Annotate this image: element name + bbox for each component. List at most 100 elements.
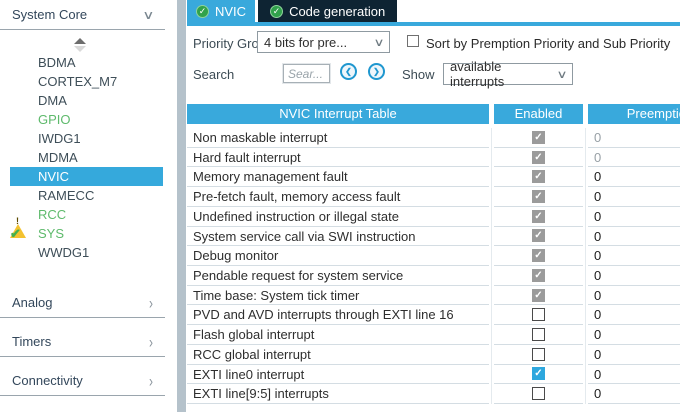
enabled-checkbox[interactable] [532,269,545,282]
sidebar-item-nvic[interactable]: NVIC [10,167,163,186]
sidebar-item-cortex-m7[interactable]: CORTEX_M7 [0,72,177,91]
table-row: Time base: System tick timer 0 [187,286,680,306]
enabled-checkbox[interactable] [532,229,545,242]
sidebar-category-connectivity[interactable]: Connectivity › [0,357,165,396]
enabled-checkbox[interactable] [532,210,545,223]
interrupt-name: Time base: System tick timer [187,286,489,306]
warning-icon [10,207,28,222]
enabled-checkbox[interactable] [532,289,545,302]
sidebar-item-label: SYS [38,226,64,241]
interrupt-name: PVD and AVD interrupts through EXTI line… [187,305,489,325]
interrupt-name: Debug monitor [187,246,489,266]
enabled-checkbox[interactable] [532,131,545,144]
sidebar-item-mdma[interactable]: MDMA [0,148,177,167]
table-row: System service call via SWI instruction … [187,227,680,247]
tab-nvic[interactable]: ✓ NVIC [187,0,255,22]
interrupt-name: Pre-fetch fault, memory access fault [187,187,489,207]
table-row: Pre-fetch fault, memory access fault 0 [187,187,680,207]
sidebar-item-dma[interactable]: DMA [0,91,177,110]
sidebar-item-bdma[interactable]: BDMA [0,53,177,72]
sort-priority-label: Sort by Premption Priority and Sub Prior… [426,36,670,51]
header-preemption-priority[interactable]: Preemption Priority [588,104,680,124]
check-icon: ✔ [10,226,28,241]
tab-code-generation[interactable]: ✓ Code generation [258,0,397,22]
preemption-priority-value[interactable]: 0 [588,207,680,227]
peripheral-sidebar: System Core ∨ BDMA CORTEX_M7 DMA GPIO IW… [0,0,177,412]
table-row: Undefined instruction or illegal state 0 [187,207,680,227]
preemption-priority-value[interactable]: 0 [588,148,680,168]
sidebar-item-label: IWDG1 [38,131,81,146]
sidebar-category-analog[interactable]: Analog › [0,279,165,318]
mode-tabbar: ✓ NVIC ✓ Code generation [187,0,680,22]
preemption-priority-value[interactable]: 0 [588,227,680,247]
category-label: Timers [12,334,51,349]
sidebar-category-timers[interactable]: Timers › [0,318,165,357]
sidebar-item-rcc[interactable]: RCC [0,205,177,224]
chevron-down-icon: ∨ [373,36,384,49]
preemption-priority-value[interactable]: 0 [588,167,680,187]
category-label: System Core [12,7,87,22]
sidebar-item-label: DMA [38,93,67,108]
peripheral-list: BDMA CORTEX_M7 DMA GPIO IWDG1 MDMA NVIC … [0,53,177,262]
preemption-priority-value[interactable]: 0 [588,246,680,266]
interrupt-name: Memory management fault [187,167,489,187]
header-enabled[interactable]: Enabled [494,104,583,124]
search-next-button[interactable]: ❯ [368,63,385,80]
preemption-priority-value[interactable]: 0 [588,266,680,286]
chevron-right-icon: › [149,371,153,391]
sidebar-item-label: MDMA [38,150,78,165]
sidebar-item-sys[interactable]: ✔ SYS [0,224,177,243]
enabled-checkbox[interactable] [532,348,545,361]
preemption-priority-value[interactable]: 0 [588,128,680,148]
enabled-checkbox[interactable] [532,170,545,183]
chevron-right-icon: ❯ [373,67,380,76]
sidebar-item-iwdg1[interactable]: IWDG1 [0,129,177,148]
sidebar-item-wwdg1[interactable]: WWDG1 [0,243,177,262]
preemption-priority-value[interactable]: 0 [588,187,680,207]
priority-group-select[interactable]: 4 bits for pre... ∨ [257,31,390,53]
show-filter-select[interactable]: available interrupts ∨ [443,63,573,85]
sort-priority-checkbox[interactable] [407,35,419,47]
sidebar-item-gpio[interactable]: GPIO [0,110,177,129]
table-row: Non maskable interrupt 0 [187,128,680,148]
enabled-checkbox[interactable] [532,328,545,341]
sidebar-item-label: WWDG1 [38,245,89,260]
enabled-checkbox[interactable] [532,190,545,203]
enabled-checkbox[interactable] [532,308,545,321]
list-scroll-spinner[interactable] [74,38,88,52]
interrupt-name: System service call via SWI instruction [187,227,489,247]
table-row: Flash global interrupt 0 [187,325,680,345]
category-label: Analog [12,295,52,310]
preemption-priority-value[interactable]: 0 [588,345,680,365]
chevron-down-icon: ∨ [142,8,154,22]
tab-label: NVIC [215,4,246,19]
enabled-checkbox[interactable] [532,151,545,164]
preemption-priority-value[interactable]: 0 [588,384,680,404]
sidebar-category-system-core[interactable]: System Core ∨ [0,0,165,30]
chevron-right-icon: › [149,332,153,352]
chevron-left-icon: ❮ [345,67,352,76]
tab-underline [187,22,680,26]
preemption-priority-value[interactable]: 0 [588,365,680,385]
header-interrupt-table[interactable]: NVIC Interrupt Table [187,104,489,124]
preemption-priority-value[interactable]: 0 [588,325,680,345]
priority-group-value: 4 bits for pre... [264,35,347,50]
triangle-up-icon [74,38,86,44]
table-row: Memory management fault 0 [187,167,680,187]
table-row: EXTI line0 interrupt 0 [187,365,680,385]
preemption-priority-value[interactable]: 0 [588,286,680,306]
sidebar-item-ramecc[interactable]: RAMECC [0,186,177,205]
tab-check-icon: ✓ [196,5,209,18]
sidebar-item-label: GPIO [38,112,71,127]
interrupt-name: EXTI line0 interrupt [187,365,489,385]
table-row: PVD and AVD interrupts through EXTI line… [187,305,680,325]
interrupt-name: Non maskable interrupt [187,128,489,148]
enabled-checkbox[interactable] [532,367,545,380]
enabled-checkbox[interactable] [532,249,545,262]
preemption-priority-value[interactable]: 0 [588,305,680,325]
search-prev-button[interactable]: ❮ [340,63,357,80]
search-input[interactable] [283,64,330,83]
sidebar-scrollbar[interactable] [177,0,186,412]
interrupt-name: Undefined instruction or illegal state [187,207,489,227]
enabled-checkbox[interactable] [532,387,545,400]
